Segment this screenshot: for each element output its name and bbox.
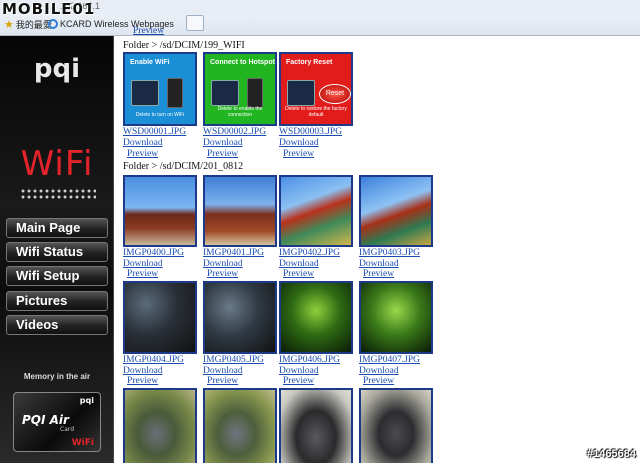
thumbnail-imgp0403[interactable] bbox=[359, 175, 433, 247]
wifi-logo: WiFi bbox=[20, 144, 94, 184]
favorites-button[interactable]: ★ 我的最愛 bbox=[4, 17, 52, 31]
browser-chrome: 192.168.1 MOBILE01 ★ 我的最愛 KCARD Wireless… bbox=[0, 0, 640, 36]
download-link[interactable]: Download bbox=[123, 366, 163, 376]
star-icon: ★ bbox=[4, 18, 14, 31]
card-reader-icon bbox=[131, 80, 159, 106]
preview-link[interactable]: Preview bbox=[127, 376, 158, 386]
card-reader-icon bbox=[211, 80, 239, 106]
preview-link[interactable]: Preview bbox=[283, 376, 314, 386]
thumbnail-pigeon[interactable] bbox=[203, 388, 277, 463]
sd-card-image: pqi PQI Air Card WiFi bbox=[13, 392, 101, 452]
thumb-title: Connect to Hotspot bbox=[210, 59, 275, 66]
file-name-link[interactable]: WSD00002.JPG bbox=[203, 127, 266, 137]
file-name-link[interactable]: IMGP0402.JPG bbox=[279, 248, 340, 258]
brand-logo: pqi bbox=[33, 54, 81, 84]
download-link[interactable]: Download bbox=[203, 259, 243, 269]
thumbnail-imgp0407[interactable] bbox=[359, 281, 433, 354]
file-name-link[interactable]: IMGP0401.JPG bbox=[203, 248, 264, 258]
file-name-link[interactable]: IMGP0407.JPG bbox=[359, 355, 420, 365]
folder-label: Folder > /sd/DCIM/201_0812 bbox=[123, 161, 244, 172]
preview-link[interactable]: Preview bbox=[133, 26, 164, 36]
download-link[interactable]: Download bbox=[279, 138, 319, 148]
file-name-link[interactable]: IMGP0403.JPG bbox=[359, 248, 420, 258]
thumbnail-imgp0401[interactable] bbox=[203, 175, 277, 247]
nav-main-page[interactable]: Main Page bbox=[6, 218, 108, 238]
preview-link[interactable]: Preview bbox=[283, 269, 314, 279]
folder-label: Folder > /sd/DCIM/199_WIFI bbox=[123, 40, 245, 51]
preview-link[interactable]: Preview bbox=[207, 149, 238, 159]
thumbnail-pigeon[interactable] bbox=[279, 388, 353, 463]
card-brand: pqi bbox=[79, 396, 94, 405]
file-name-link[interactable]: WSD00003.JPG bbox=[279, 127, 342, 137]
phone-icon bbox=[247, 78, 263, 108]
card-reader-icon bbox=[287, 80, 315, 106]
thumbnail-imgp0405[interactable] bbox=[203, 281, 277, 354]
browser-page-icon bbox=[48, 19, 58, 29]
favorites-bar: ★ 我的最愛 KCARD Wireless Webpages bbox=[0, 14, 640, 34]
thumb-caption: Delete to restore the factory default bbox=[285, 106, 347, 118]
file-name-link[interactable]: IMGP0405.JPG bbox=[203, 355, 264, 365]
reset-graphic: Reset bbox=[319, 84, 351, 104]
preview-link[interactable]: Preview bbox=[283, 149, 314, 159]
file-name-link[interactable]: IMGP0406.JPG bbox=[279, 355, 340, 365]
download-link[interactable]: Download bbox=[359, 259, 399, 269]
file-name-link[interactable]: IMGP0400.JPG bbox=[123, 248, 184, 258]
download-link[interactable]: Download bbox=[203, 366, 243, 376]
tagline: Memory in the air bbox=[23, 372, 91, 381]
preview-link[interactable]: Preview bbox=[127, 269, 158, 279]
thumbnail-imgp0402[interactable] bbox=[279, 175, 353, 247]
preview-link[interactable]: Preview bbox=[207, 376, 238, 386]
card-wifi: WiFi bbox=[71, 438, 94, 448]
download-link[interactable]: Download bbox=[279, 259, 319, 269]
preview-link[interactable]: Preview bbox=[207, 269, 238, 279]
file-name-link[interactable]: IMGP0404.JPG bbox=[123, 355, 184, 365]
nav-videos[interactable]: Videos bbox=[6, 315, 108, 335]
thumb-title: Factory Reset bbox=[286, 59, 333, 66]
download-link[interactable]: Download bbox=[203, 138, 243, 148]
thumb-caption: Delete to enable the connection bbox=[217, 106, 263, 118]
thumb-caption: Delete to turn on WiFi bbox=[135, 112, 185, 118]
download-link[interactable]: Download bbox=[359, 366, 399, 376]
card-sub: Card bbox=[60, 426, 75, 433]
watermark-number: #1465684 bbox=[587, 448, 636, 460]
preview-link[interactable]: Preview bbox=[127, 149, 158, 159]
thumbnail-pigeon[interactable] bbox=[359, 388, 433, 463]
address-bar[interactable]: 192.168.1 bbox=[0, 0, 640, 14]
sidebar: pqi WiFi Main Page Wifi Status Wifi Setu… bbox=[0, 36, 114, 463]
download-link[interactable]: Download bbox=[123, 259, 163, 269]
nav-wifi-status[interactable]: Wifi Status bbox=[6, 242, 108, 262]
nav-pictures[interactable]: Pictures bbox=[6, 291, 108, 311]
phone-icon bbox=[167, 78, 183, 108]
favorites-label: 我的最愛 bbox=[15, 19, 52, 30]
dots-decoration bbox=[20, 188, 96, 200]
thumbnail-imgp0406[interactable] bbox=[279, 281, 353, 354]
thumbnail-wsd00003[interactable]: Factory Reset Reset Delete to restore th… bbox=[279, 52, 353, 126]
card-name: PQI Air bbox=[22, 413, 69, 427]
thumbnail-imgp0404[interactable] bbox=[123, 281, 197, 354]
thumbnail-wsd00002[interactable]: Connect to Hotspot Delete to enable the … bbox=[203, 52, 277, 126]
thumb-title: Enable WiFi bbox=[130, 59, 170, 66]
new-tab-button[interactable] bbox=[186, 15, 204, 31]
file-name-link[interactable]: WSD00001.JPG bbox=[123, 127, 186, 137]
thumbnail-pigeon[interactable] bbox=[123, 388, 197, 463]
preview-link[interactable]: Preview bbox=[363, 376, 394, 386]
thumbnail-wsd00001[interactable]: Enable WiFi Delete to turn on WiFi bbox=[123, 52, 197, 126]
preview-link[interactable]: Preview bbox=[363, 269, 394, 279]
thumbnail-imgp0400[interactable] bbox=[123, 175, 197, 247]
download-link[interactable]: Download bbox=[123, 138, 163, 148]
download-link[interactable]: Download bbox=[279, 366, 319, 376]
nav-wifi-setup[interactable]: Wifi Setup bbox=[6, 266, 108, 286]
